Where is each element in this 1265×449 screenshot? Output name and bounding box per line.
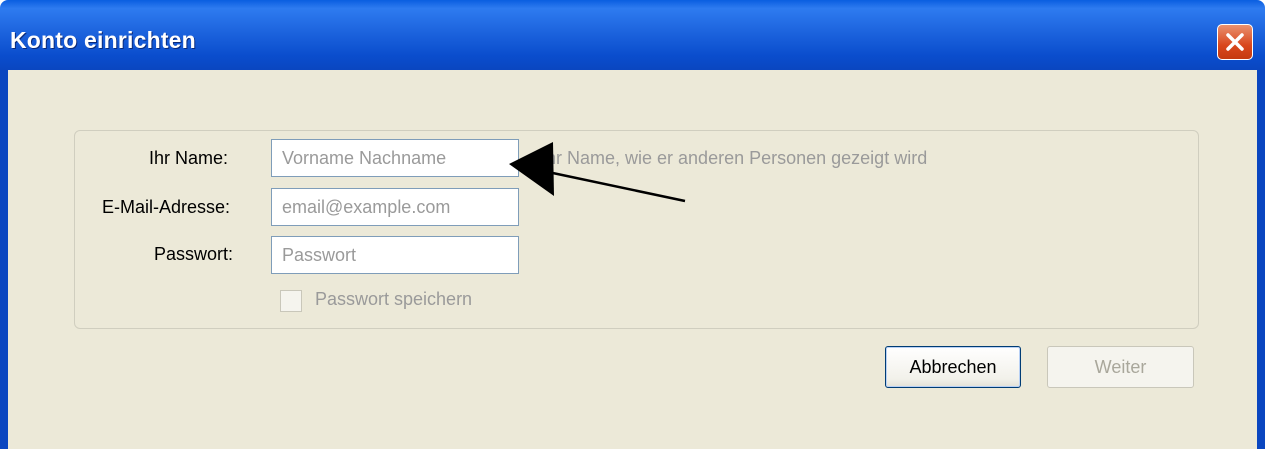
setup-account-dialog: Konto einrichten Ihr Name: Ihr Name, wie…	[0, 0, 1265, 449]
arrow-annotation	[509, 142, 686, 203]
